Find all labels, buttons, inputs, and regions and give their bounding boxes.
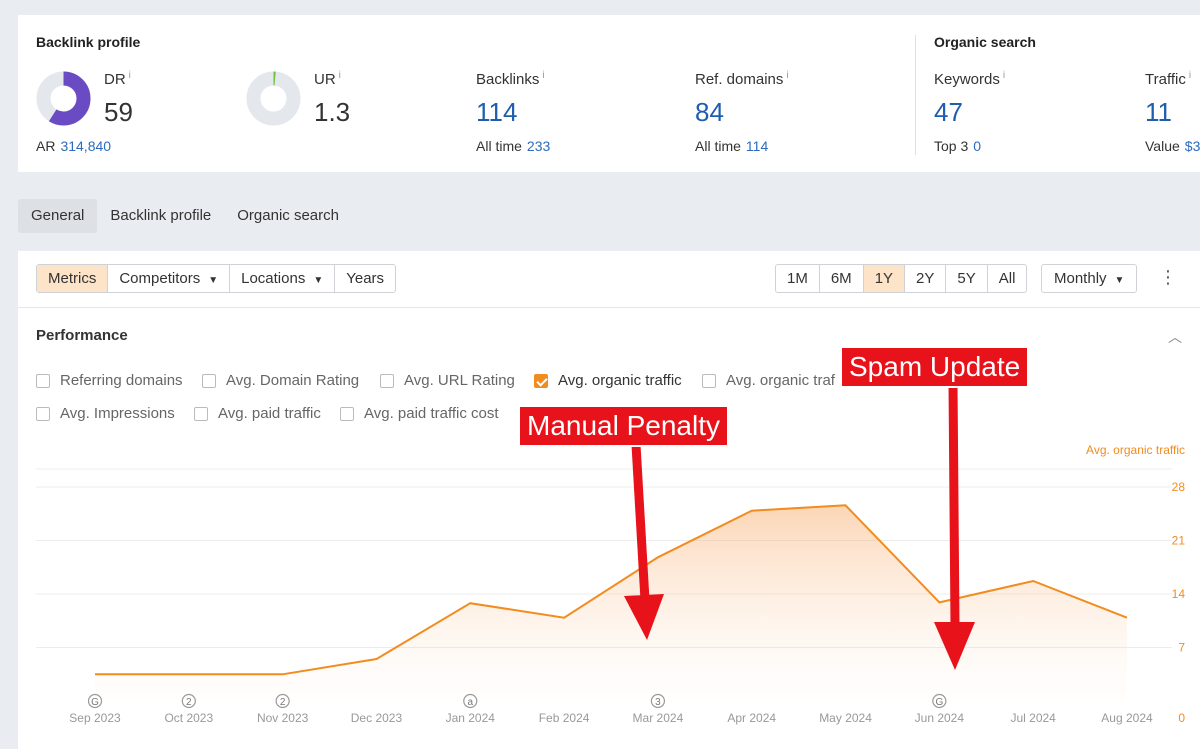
x-tick-label: Aug 2024	[1101, 711, 1153, 725]
annotation-marker[interactable]: a	[463, 693, 478, 709]
x-tick-label: Mar 2024	[633, 711, 684, 725]
annotation-marker[interactable]: 3	[650, 693, 666, 709]
traffic-area	[95, 505, 1127, 701]
annotation-label: 3	[655, 697, 661, 708]
x-tick-label: Nov 2023	[257, 711, 309, 725]
annotation-label: a	[467, 697, 473, 708]
x-tick-label: Apr 2024	[727, 711, 776, 725]
y-tick-label: 0	[1178, 711, 1185, 725]
annotation-marker[interactable]: 2	[275, 693, 290, 709]
y-tick-label: 7	[1178, 641, 1185, 655]
callout-manual-penalty: Manual Penalty	[518, 405, 730, 447]
x-tick-label: Jun 2024	[915, 711, 965, 725]
y-tick-label: 28	[1172, 480, 1186, 494]
y-axis-ticks: 0 7 14 21 28	[1172, 480, 1186, 725]
callout-spam-update: Spam Update	[840, 346, 1030, 388]
x-tick-label: Jul 2024	[1010, 711, 1056, 725]
x-tick-label: Oct 2023	[164, 711, 213, 725]
arrow-shaft	[948, 382, 960, 627]
x-tick-label: Sep 2023	[69, 711, 121, 725]
x-tick-label: Dec 2023	[351, 711, 403, 725]
x-tick-label: Jan 2024	[446, 711, 496, 725]
annotation-label: 2	[186, 697, 192, 708]
annotation-label: G	[935, 697, 943, 708]
x-tick-label: May 2024	[819, 711, 872, 725]
annotation-marker[interactable]: G	[932, 693, 947, 709]
x-axis-ticks: Sep 2023 Oct 2023 Nov 2023 Dec 2023 Jan 2024…	[69, 711, 1153, 725]
annotation-label: 2	[280, 697, 286, 708]
annotation-marker[interactable]: 2	[181, 693, 196, 709]
y-tick-label: 14	[1172, 587, 1186, 601]
annotation-marker[interactable]: G	[87, 693, 103, 709]
y-tick-label: 21	[1172, 534, 1186, 548]
annotation-label: G	[91, 697, 99, 708]
y-axis-title: Avg. organic traffic	[1086, 443, 1185, 457]
x-tick-label: Feb 2024	[539, 711, 590, 725]
